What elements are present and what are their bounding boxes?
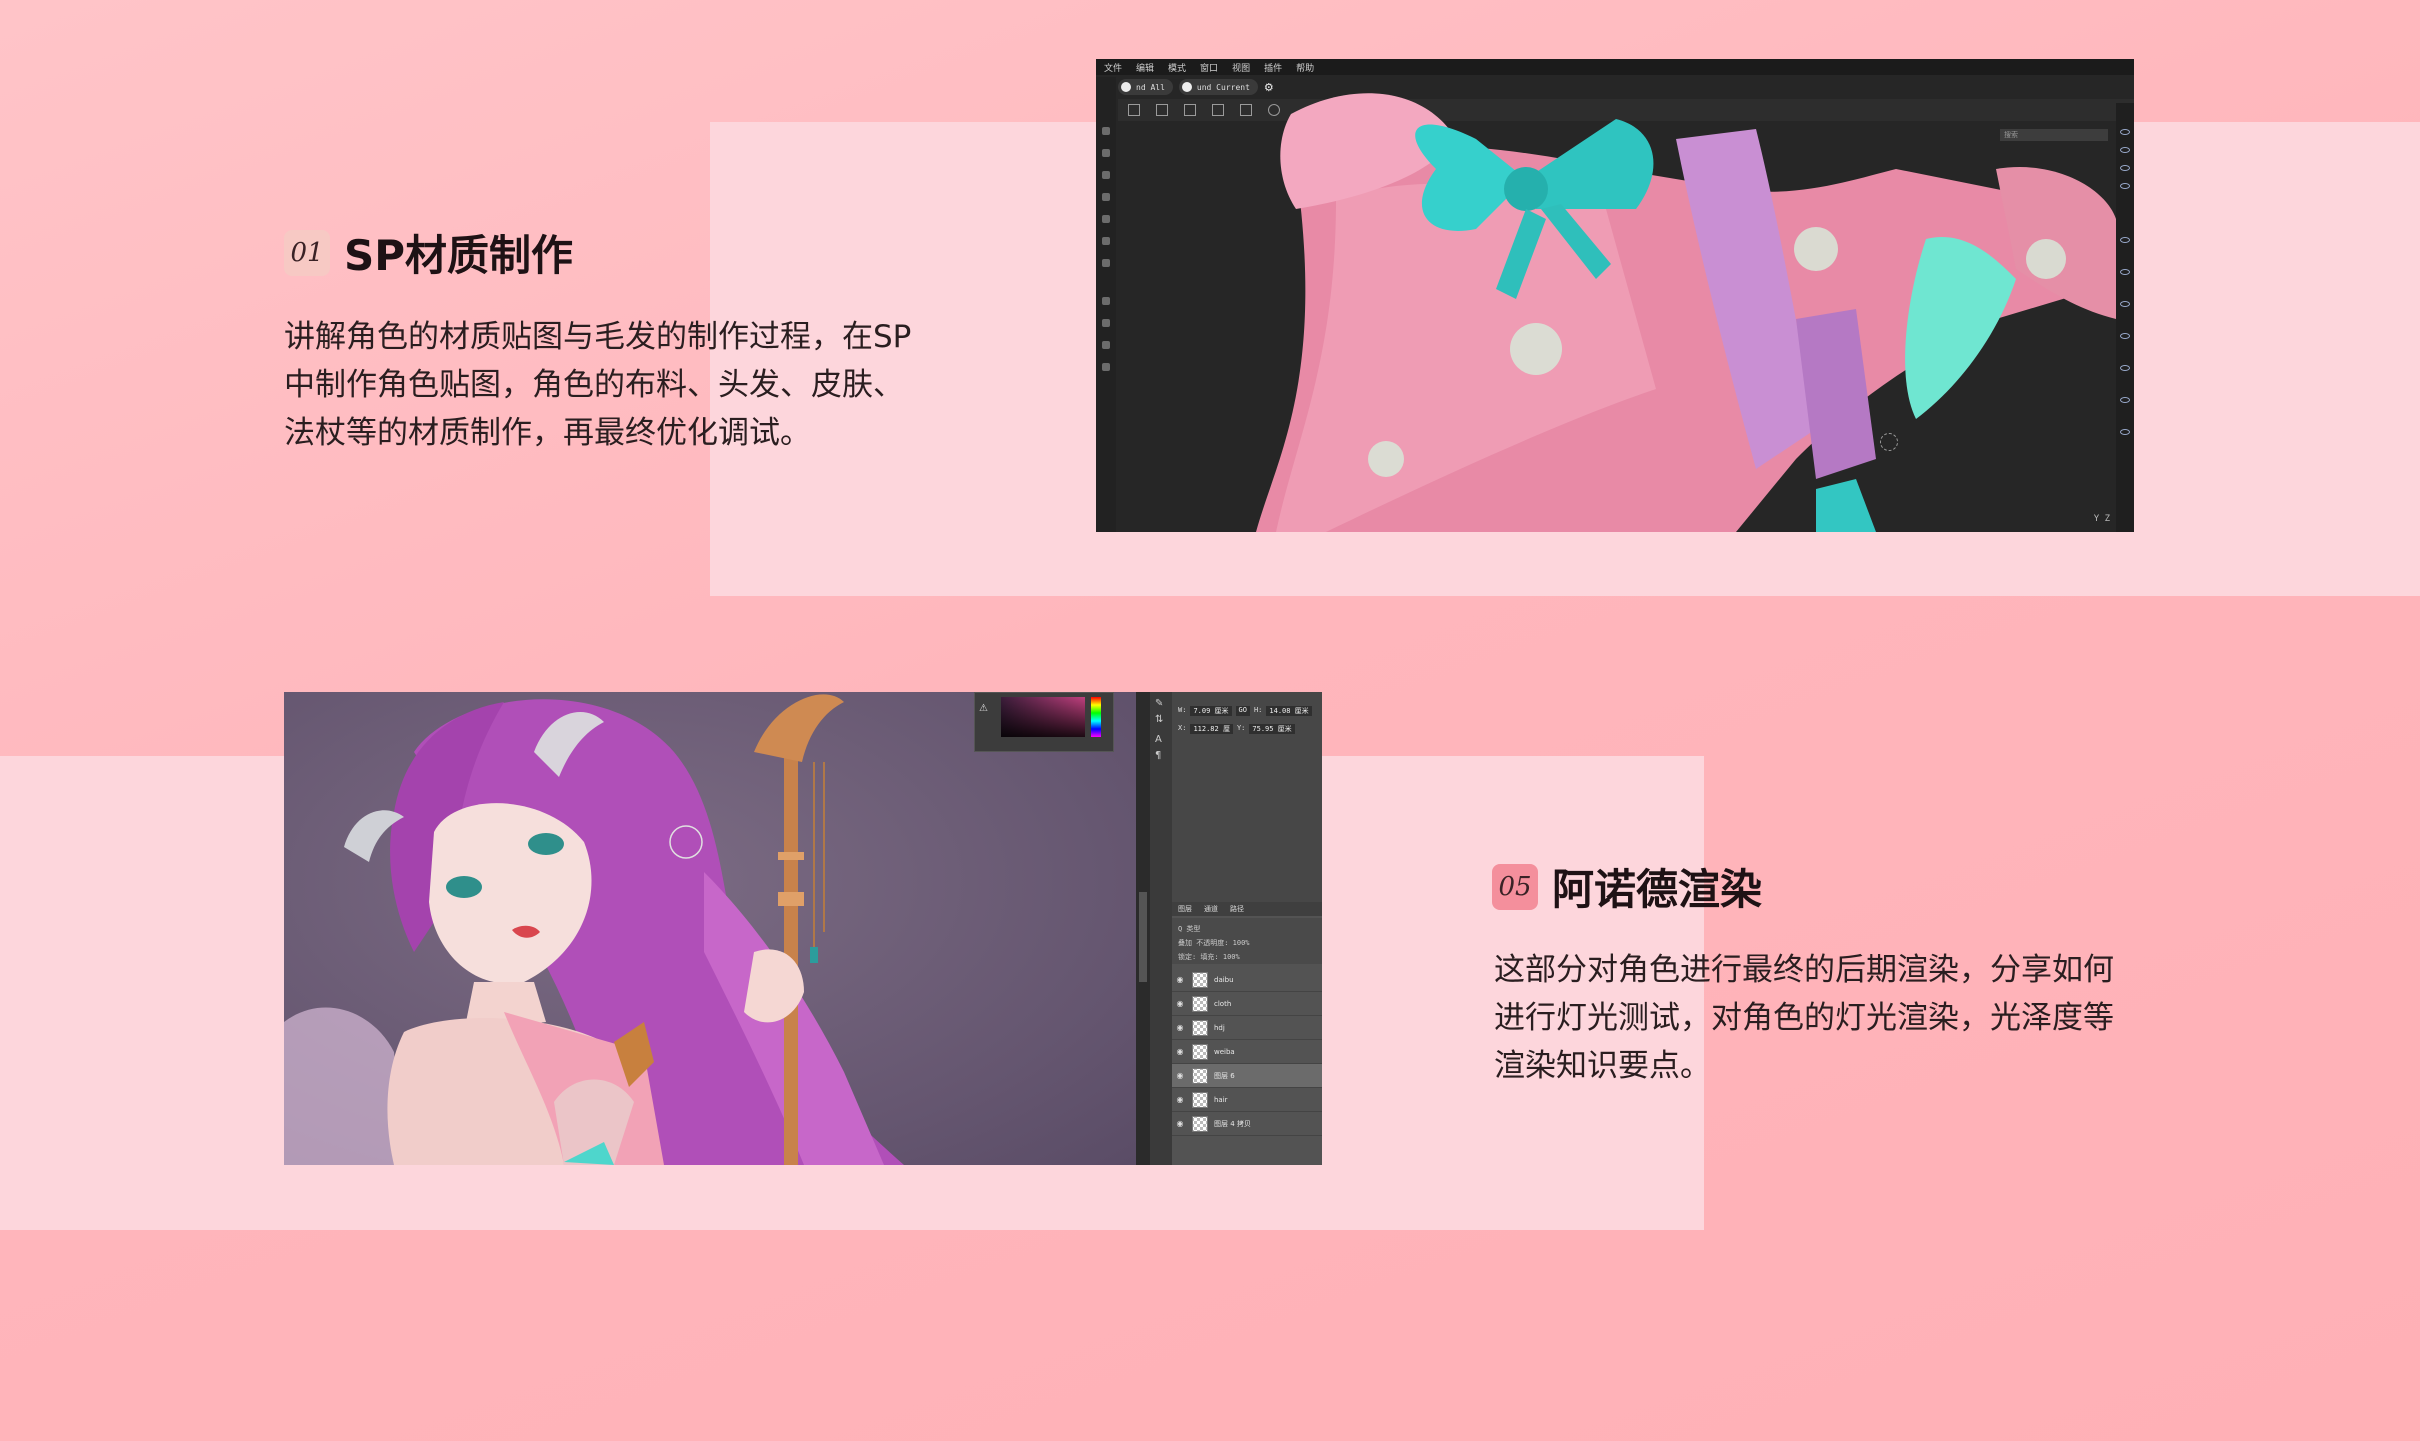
layer-name: cloth	[1214, 999, 1232, 1008]
layer-thumbnail	[1192, 1043, 1208, 1060]
tab-paths[interactable]: 路径	[1230, 904, 1244, 914]
layer-thumbnail	[1192, 995, 1208, 1012]
x-label: X:	[1178, 724, 1187, 732]
ps-layer-controls: Q 类型 叠加 不透明度: 100% 锁定: 填充: 100%	[1172, 918, 1322, 964]
height-label: H:	[1253, 706, 1263, 714]
lock-label: 锁定:	[1178, 953, 1197, 961]
opacity-field[interactable]: 100%	[1233, 939, 1250, 947]
eye-icon[interactable]: ◉	[1172, 1047, 1188, 1056]
layer-row-hair[interactable]: ◉ hair	[1172, 1088, 1322, 1112]
opacity-label: 不透明度:	[1196, 939, 1229, 947]
photoshop-screenshot: ⚠ ✎ ⇅ A ¶ W: 7.09 厘米 GO H: 14.08 厘米 X: 1…	[284, 692, 1322, 1165]
eye-icon[interactable]: ◉	[1172, 1095, 1188, 1104]
sp-brush-cursor	[1880, 433, 1898, 451]
ps-scroll-thumb[interactable]	[1139, 892, 1147, 982]
gamut-warning-icon: ⚠	[979, 703, 988, 714]
sp-viewport-3d-model[interactable]	[1096, 59, 2134, 532]
ps-layer-tabs: 图层 通道 路径	[1172, 902, 1322, 916]
section-1-description: 讲解角色的材质贴图与毛发的制作过程，在SP中制作角色贴图，角色的布料、头发、皮肤…	[284, 319, 912, 451]
eye-icon[interactable]: ◉	[1172, 999, 1188, 1008]
y-label: Y:	[1236, 724, 1246, 732]
ps-size-row: W: 7.09 厘米 GO H: 14.08 厘米	[1178, 706, 1312, 716]
width-field[interactable]: 7.09 厘米	[1190, 706, 1232, 716]
layer-name: 图层 4 拷贝	[1214, 1119, 1251, 1128]
layer-thumbnail	[1192, 971, 1208, 988]
y-field[interactable]: 75.95 厘米	[1249, 724, 1295, 734]
layer-thumbnail	[1192, 1019, 1208, 1036]
fill-field[interactable]: 100%	[1223, 953, 1240, 961]
clone-source-icon[interactable]: ⇅	[1155, 714, 1163, 725]
paragraph-icon[interactable]: ¶	[1155, 750, 1161, 761]
ps-canvas-scrollbar[interactable]	[1136, 692, 1150, 1165]
ps-color-picker[interactable]: ⚠	[974, 692, 1114, 752]
blend-mode-select[interactable]: 叠加	[1178, 939, 1192, 947]
section-2-title: 05 阿诺德渲染	[1492, 856, 1762, 917]
ps-right-panel: W: 7.09 厘米 GO H: 14.08 厘米 X: 112.82 厘 Y:…	[1172, 692, 1322, 1165]
layer-thumbnail	[1192, 1091, 1208, 1108]
ps-hue-slider[interactable]	[1091, 697, 1101, 737]
link-dimensions-button[interactable]: GO	[1235, 706, 1250, 716]
section-1-title: 01 SP材质制作	[284, 222, 573, 283]
tab-layers[interactable]: 图层	[1178, 904, 1192, 914]
x-field[interactable]: 112.82 厘	[1190, 724, 1233, 734]
section-2-heading: 阿诺德渲染	[1552, 865, 1763, 914]
ps-canvas-character-render[interactable]	[284, 692, 1136, 1165]
ps-properties-panel: W: 7.09 厘米 GO H: 14.08 厘米 X: 112.82 厘 Y:…	[1172, 692, 1322, 902]
eye-icon[interactable]: ◉	[1172, 1119, 1188, 1128]
layer-filter-select[interactable]: Q 类型	[1178, 925, 1200, 933]
ps-layer-list: ◉ daibu ◉ cloth ◉ hdj ◉ weiba ◉ 图层 6 ◉ h…	[1172, 968, 1322, 1136]
eye-icon[interactable]: ◉	[1172, 1023, 1188, 1032]
layer-row-layer-6[interactable]: ◉ 图层 6	[1172, 1064, 1322, 1088]
layer-name: daibu	[1214, 975, 1234, 984]
width-label: W:	[1178, 706, 1187, 714]
ps-position-row: X: 112.82 厘 Y: 75.95 厘米	[1178, 724, 1295, 734]
layer-row-hdj[interactable]: ◉ hdj	[1172, 1016, 1322, 1040]
layer-name: 图层 6	[1214, 1071, 1235, 1080]
substance-painter-screenshot: 文件 编辑 模式 窗口 视图 插件 帮助 nd All und Current …	[1096, 59, 2134, 532]
sp-axis-gizmo: Y Z	[2093, 514, 2110, 524]
section-2-number-badge: 05	[1492, 863, 1538, 910]
layer-name: weiba	[1214, 1047, 1235, 1056]
layer-thumbnail	[1192, 1115, 1208, 1132]
layer-name: hair	[1214, 1095, 1228, 1104]
layer-row-layer-4-copy[interactable]: ◉ 图层 4 拷贝	[1172, 1112, 1322, 1136]
section-2-description: 这部分对角色进行最终的后期渲染，分享如何进行灯光测试，对角色的灯光渲染，光泽度等…	[1494, 952, 2114, 1084]
layer-row-daibu[interactable]: ◉ daibu	[1172, 968, 1322, 992]
eye-icon[interactable]: ◉	[1172, 975, 1188, 984]
brush-settings-icon[interactable]: ✎	[1155, 698, 1163, 709]
character-icon[interactable]: A	[1155, 734, 1162, 745]
ps-panel-toolstrip: ✎ ⇅ A ¶	[1150, 692, 1172, 1165]
layer-thumbnail	[1192, 1067, 1208, 1084]
height-field[interactable]: 14.08 厘米	[1266, 706, 1312, 716]
layer-row-cloth[interactable]: ◉ cloth	[1172, 992, 1322, 1016]
section-1-number-badge: 01	[284, 229, 330, 276]
tab-channels[interactable]: 通道	[1204, 904, 1218, 914]
section-1-heading: SP材质制作	[344, 231, 574, 280]
layer-row-weiba[interactable]: ◉ weiba	[1172, 1040, 1322, 1064]
fill-label: 填充:	[1200, 953, 1219, 961]
ps-saturation-field[interactable]	[1001, 697, 1085, 737]
eye-icon[interactable]: ◉	[1172, 1071, 1188, 1080]
layer-name: hdj	[1214, 1023, 1225, 1032]
